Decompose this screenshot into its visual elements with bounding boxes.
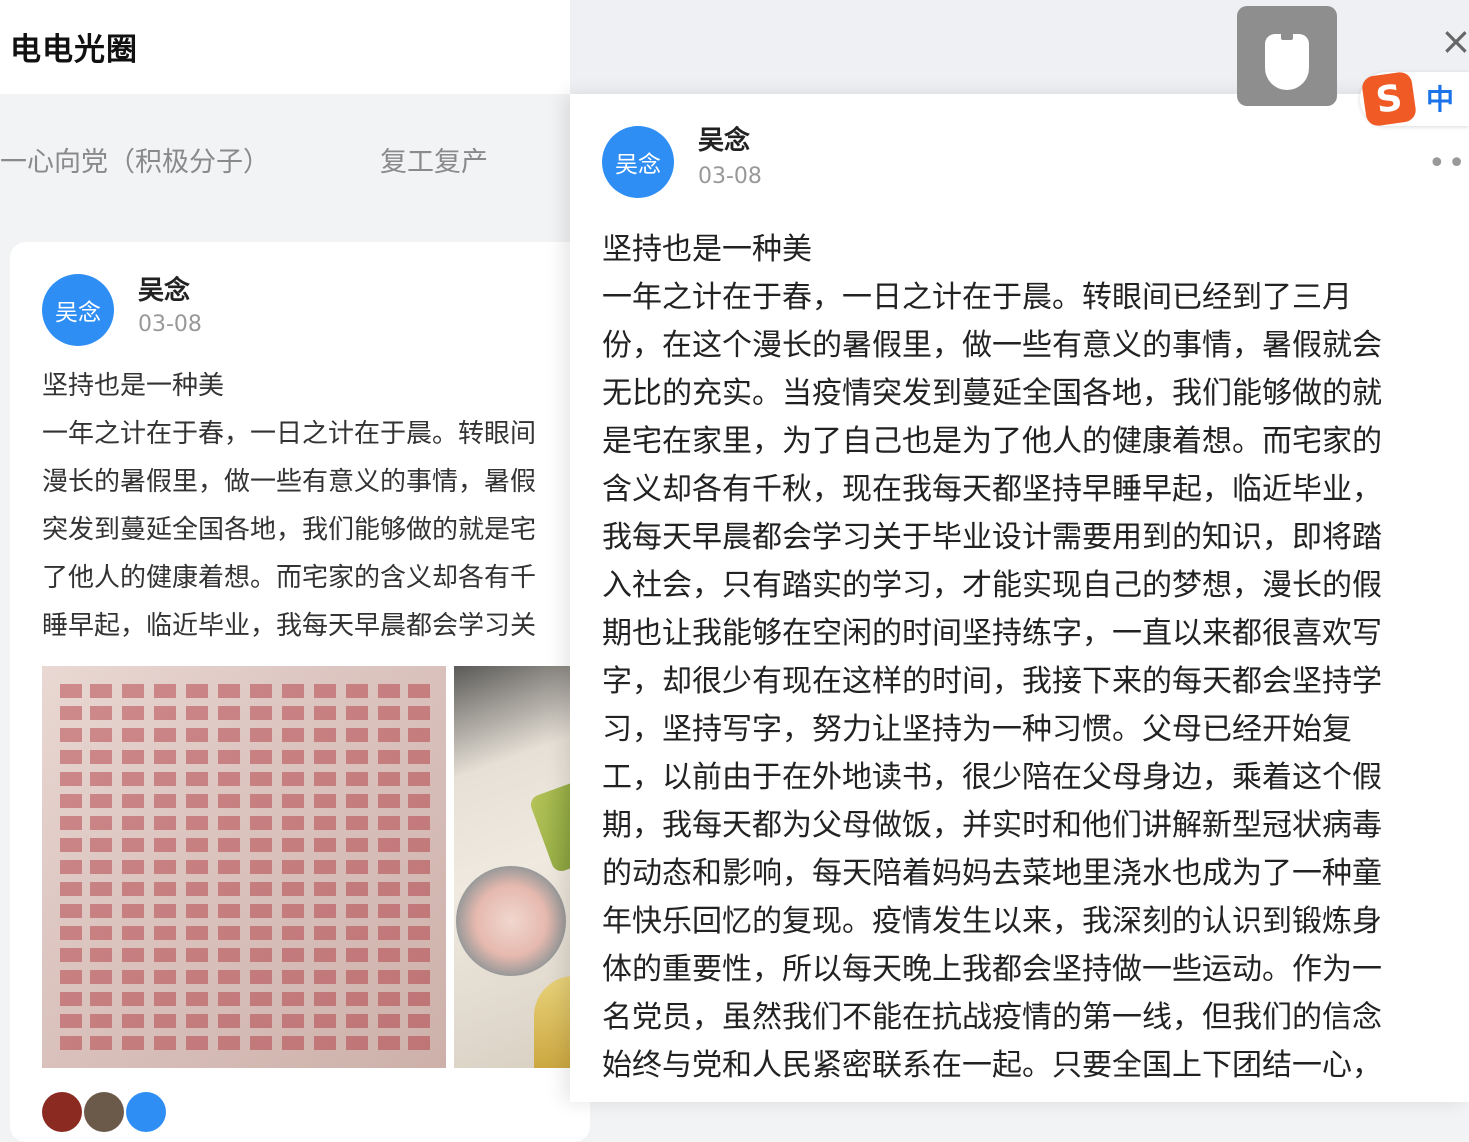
avatar[interactable]: 吴念 xyxy=(42,274,114,346)
detail-body-text: 坚持也是一种美 一年之计在于春，一日之计在于晨。转眼间已经到了三月 份，在这个漫… xyxy=(602,226,1450,1090)
detail-line: 坚持也是一种美 xyxy=(602,232,812,267)
detail-line: 一年之计在于春，一日之计在于晨。转眼间已经到了三月 xyxy=(602,280,1352,315)
post-preview-text[interactable]: 坚持也是一种美 一年之计在于春，一日之计在于晨。转眼间 漫长的暑假里，做一些有意… xyxy=(42,362,590,650)
post-preview-line: 坚持也是一种美 xyxy=(42,371,225,401)
detail-line: 始终与党和人民紧密联系在一起。只要全国上下团结一心， xyxy=(602,1048,1382,1083)
detail-line: 期，我每天都为父母做饭，并实时和他们讲解新型冠状病毒 xyxy=(602,808,1382,843)
microphone-button[interactable] xyxy=(1237,6,1337,106)
post-author[interactable]: 吴念 xyxy=(138,270,190,307)
post-preview-line: 睡早起，临近毕业，我每天早晨都会学习关 xyxy=(42,611,537,641)
liker-avatar[interactable] xyxy=(84,1092,124,1132)
post-preview-line: 了他人的健康着想。而宅家的含义却各有千 xyxy=(42,563,537,593)
detail-line: 的动态和影响，每天陪着妈妈去菜地里浇水也成为了一种童 xyxy=(602,856,1382,891)
detail-line: 份，在这个漫长的暑假里，做一些有意义的事情，暑假就会 xyxy=(602,328,1382,363)
detail-line: 字，却很少有现在这样的时间，我接下来的每天都会坚持学 xyxy=(602,664,1382,699)
detail-line: 习，坚持写字，努力让坚持为一种习惯。父母已经开始复 xyxy=(602,712,1352,747)
liker-avatar[interactable] xyxy=(126,1092,166,1132)
app-title: 电电光圈 xyxy=(10,32,138,68)
detail-line: 入社会，只有踏实的学习，才能实现自己的梦想，漫长的假 xyxy=(602,568,1382,603)
close-icon[interactable]: × xyxy=(1440,22,1469,60)
ime-mode-toggle[interactable]: 中 xyxy=(1426,78,1454,118)
ime-logo-icon[interactable]: S xyxy=(1360,70,1418,128)
category-tab-party[interactable]: 一心向党（积极分子） xyxy=(0,140,270,179)
detail-line: 期也让我能够在空闲的时间坚持练字，一直以来都很喜欢写 xyxy=(602,616,1382,651)
post-detail-panel: 吴念 吴念 03-08 ••• 坚持也是一种美 一年之计在于春，一日之计在于晨。… xyxy=(570,94,1469,1102)
more-icon[interactable]: ••• xyxy=(1428,146,1469,181)
detail-avatar[interactable]: 吴念 xyxy=(602,126,674,198)
detail-author[interactable]: 吴念 xyxy=(698,120,750,157)
detail-date: 03-08 xyxy=(698,164,762,189)
category-tab-resume-work[interactable]: 复工复产 xyxy=(380,140,488,179)
detail-line: 是宅在家里，为了自己也是为了他人的健康着想。而宅家的 xyxy=(602,424,1382,459)
detail-line: 我每天早晨都会学习关于毕业设计需要用到的知识，即将踏 xyxy=(602,520,1382,555)
post-photo-calligraphy[interactable] xyxy=(42,666,446,1068)
post-preview-line: 突发到蔓延全国各地，我们能够做的就是宅 xyxy=(42,515,537,545)
detail-line: 体的重要性，所以每天晚上我都会坚持做一些运动。作为一 xyxy=(602,952,1382,987)
detail-line: 无比的充实。当疫情突发到蔓延全国各地，我们能够做的就 xyxy=(602,376,1382,411)
post-preview-line: 一年之计在于春，一日之计在于晨。转眼间 xyxy=(42,419,537,449)
detail-line: 工，以前由于在外地读书，很少陪在父母身边，乘着这个假 xyxy=(602,760,1382,795)
post-card[interactable]: 吴念 吴念 03-08 坚持也是一种美 一年之计在于春，一日之计在于晨。转眼间 … xyxy=(10,242,590,1142)
detail-line: 年快乐回忆的复现。疫情发生以来，我深刻的认识到锻炼身 xyxy=(602,904,1382,939)
microphone-icon xyxy=(1265,28,1309,90)
liker-avatar[interactable] xyxy=(42,1092,82,1132)
post-date: 03-08 xyxy=(138,312,202,337)
ime-status-bar[interactable]: S 中 xyxy=(1360,70,1469,128)
post-preview-line: 漫长的暑假里，做一些有意义的事情，暑假 xyxy=(42,467,537,497)
detail-line: 含义却各有千秋，现在我每天都坚持早睡早起，临近毕业， xyxy=(602,472,1382,507)
detail-line: 名党员，虽然我们不能在抗战疫情的第一线，但我们的信念 xyxy=(602,1000,1382,1035)
